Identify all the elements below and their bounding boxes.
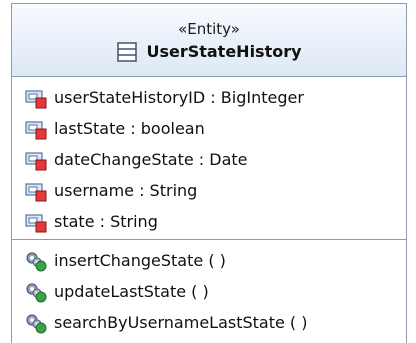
public-operation-icon: [26, 282, 47, 302]
attribute-row[interactable]: username : String: [12, 175, 406, 206]
private-field-icon: [25, 120, 47, 139]
private-field-icon: [25, 213, 47, 232]
operation-text: searchByUsernameLastState ( ): [54, 313, 308, 332]
attribute-row[interactable]: lastState : boolean: [12, 113, 406, 144]
class-title-row: UserStateHistory: [116, 41, 302, 63]
public-operation-icon: [26, 313, 47, 333]
stereotype-label: «Entity»: [178, 19, 240, 38]
attribute-row[interactable]: state : String: [12, 206, 406, 237]
private-field-icon: [25, 89, 47, 108]
attribute-row[interactable]: dateChangeState : Date: [12, 144, 406, 175]
operation-row[interactable]: updateLastState ( ): [12, 276, 406, 307]
operation-row[interactable]: insertChangeState ( ): [12, 245, 406, 276]
operation-row[interactable]: searchByUsernameLastState ( ): [12, 307, 406, 338]
attribute-text: username : String: [54, 181, 198, 200]
class-icon: [117, 41, 138, 62]
attribute-text: dateChangeState : Date: [54, 150, 248, 169]
private-field-icon: [25, 182, 47, 201]
class-name: UserStateHistory: [146, 41, 302, 61]
uml-class-box[interactable]: «Entity» UserStateHistory userStateHisto…: [11, 3, 407, 343]
class-header[interactable]: «Entity» UserStateHistory: [12, 4, 406, 77]
operation-text: insertChangeState ( ): [54, 251, 226, 270]
operations-compartment: insertChangeState ( ) updateLastState ( …: [12, 240, 406, 338]
private-field-icon: [25, 151, 47, 170]
operation-text: updateLastState ( ): [54, 282, 209, 301]
public-operation-icon: [26, 251, 47, 271]
attribute-text: lastState : boolean: [54, 119, 205, 138]
attribute-text: state : String: [54, 212, 158, 231]
attribute-text: userStateHistoryID : BigInteger: [54, 88, 304, 107]
attribute-row[interactable]: userStateHistoryID : BigInteger: [12, 82, 406, 113]
attributes-compartment: userStateHistoryID : BigInteger lastStat…: [12, 77, 406, 240]
